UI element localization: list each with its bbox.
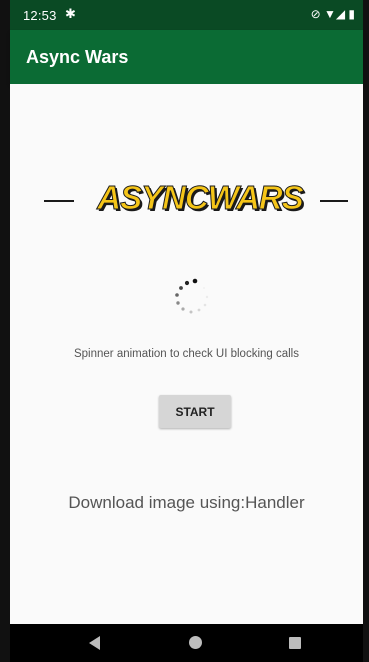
download-method-text: Download image using:Handler: [68, 493, 305, 512]
start-button[interactable]: START: [159, 395, 231, 428]
device-bezel-left: [0, 0, 10, 662]
main-content: ASYNCWARS Spinner animation to check UI …: [10, 84, 363, 624]
spinner-caption: Spinner animation to check UI blocking c…: [73, 348, 299, 360]
app-bar: Async Wars: [10, 30, 363, 84]
async-wars-logo: ASYNCWARS: [97, 179, 305, 217]
app-title: Async Wars: [26, 47, 129, 67]
status-time: 12:53: [23, 8, 57, 23]
loading-spinner-icon: [175, 278, 209, 314]
gear-icon: ✱: [65, 6, 76, 21]
home-icon[interactable]: [189, 636, 202, 649]
status-icons: ⊘ ▼◢ ▮: [310, 7, 355, 21]
phone-screen: 12:53 ✱ ⊘ ▼◢ ▮ Async Wars ASYNCWARS Spin…: [0, 0, 369, 662]
recents-icon[interactable]: [289, 637, 301, 649]
device-bezel-right: [363, 0, 369, 662]
back-icon[interactable]: [89, 636, 100, 650]
status-bar: 12:53 ✱ ⊘ ▼◢ ▮: [10, 0, 363, 30]
navigation-bar: [10, 624, 363, 662]
